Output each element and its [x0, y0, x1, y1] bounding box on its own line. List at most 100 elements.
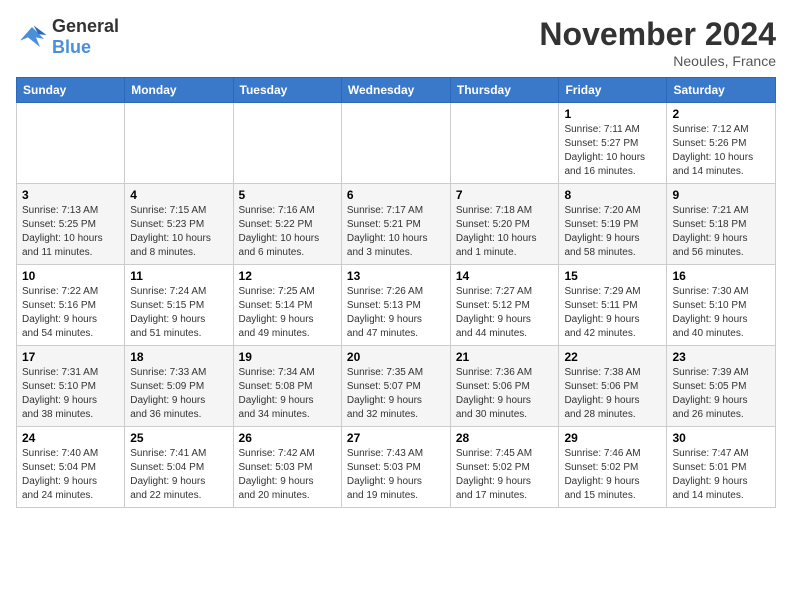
calendar-cell: 2 Sunrise: 7:12 AM Sunset: 5:26 PM Daylig… [667, 103, 776, 184]
calendar-cell [17, 103, 125, 184]
day-info: Sunrise: 7:18 AM Sunset: 5:20 PM Dayligh… [456, 204, 554, 260]
day-info: Sunrise: 7:24 AM Sunset: 5:15 PM Dayligh… [130, 285, 227, 341]
day-info: Sunrise: 7:27 AM Sunset: 5:12 PM Dayligh… [456, 285, 554, 341]
day-number: 30 [672, 431, 770, 445]
calendar-cell: 26 Sunrise: 7:42 AM Sunset: 5:03 PM Dayli… [233, 427, 341, 508]
column-header-thursday: Thursday [450, 78, 559, 103]
day-info: Sunrise: 7:15 AM Sunset: 5:23 PM Dayligh… [130, 204, 227, 260]
day-number: 27 [347, 431, 445, 445]
calendar-cell: 21 Sunrise: 7:36 AM Sunset: 5:06 PM Dayli… [450, 346, 559, 427]
day-info: Sunrise: 7:41 AM Sunset: 5:04 PM Dayligh… [130, 447, 227, 503]
day-number: 4 [130, 188, 227, 202]
calendar-cell: 17 Sunrise: 7:31 AM Sunset: 5:10 PM Dayli… [17, 346, 125, 427]
day-info: Sunrise: 7:30 AM Sunset: 5:10 PM Dayligh… [672, 285, 770, 341]
day-info: Sunrise: 7:43 AM Sunset: 5:03 PM Dayligh… [347, 447, 445, 503]
logo-icon [16, 23, 48, 51]
day-info: Sunrise: 7:16 AM Sunset: 5:22 PM Dayligh… [239, 204, 336, 260]
day-number: 10 [22, 269, 119, 283]
day-number: 8 [564, 188, 661, 202]
day-info: Sunrise: 7:46 AM Sunset: 5:02 PM Dayligh… [564, 447, 661, 503]
day-info: Sunrise: 7:38 AM Sunset: 5:06 PM Dayligh… [564, 366, 661, 422]
day-info: Sunrise: 7:33 AM Sunset: 5:09 PM Dayligh… [130, 366, 227, 422]
day-number: 26 [239, 431, 336, 445]
day-number: 13 [347, 269, 445, 283]
calendar-cell [125, 103, 233, 184]
calendar-cell: 11 Sunrise: 7:24 AM Sunset: 5:15 PM Dayli… [125, 265, 233, 346]
logo: General Blue [16, 16, 119, 58]
calendar-cell: 28Sunrise: 7:45 AM Sunset: 5:02 PM Dayli… [450, 427, 559, 508]
day-info: Sunrise: 7:13 AM Sunset: 5:25 PM Dayligh… [22, 204, 119, 260]
calendar-week-row: 3 Sunrise: 7:13 AM Sunset: 5:25 PM Daylig… [17, 184, 776, 265]
calendar-cell: 27 Sunrise: 7:43 AM Sunset: 5:03 PM Dayli… [341, 427, 450, 508]
day-number: 5 [239, 188, 336, 202]
page-header: General Blue November 2024 Neoules, Fran… [16, 16, 776, 69]
day-number: 28 [456, 431, 554, 445]
day-number: 22 [564, 350, 661, 364]
day-number: 21 [456, 350, 554, 364]
calendar-cell: 20Sunrise: 7:35 AM Sunset: 5:07 PM Dayli… [341, 346, 450, 427]
day-info: Sunrise: 7:11 AM Sunset: 5:27 PM Dayligh… [564, 123, 661, 179]
day-number: 12 [239, 269, 336, 283]
day-info: Sunrise: 7:47 AM Sunset: 5:01 PM Dayligh… [672, 447, 770, 503]
logo-text: General Blue [52, 16, 119, 58]
calendar-cell: 23 Sunrise: 7:39 AM Sunset: 5:05 PM Dayli… [667, 346, 776, 427]
calendar-week-row: 10Sunrise: 7:22 AM Sunset: 5:16 PM Dayli… [17, 265, 776, 346]
day-number: 17 [22, 350, 119, 364]
calendar-cell: 30 Sunrise: 7:47 AM Sunset: 5:01 PM Dayli… [667, 427, 776, 508]
calendar-cell: 3 Sunrise: 7:13 AM Sunset: 5:25 PM Daylig… [17, 184, 125, 265]
column-header-saturday: Saturday [667, 78, 776, 103]
day-number: 24 [22, 431, 119, 445]
column-header-sunday: Sunday [17, 78, 125, 103]
day-number: 3 [22, 188, 119, 202]
column-header-tuesday: Tuesday [233, 78, 341, 103]
calendar-cell: 16 Sunrise: 7:30 AM Sunset: 5:10 PM Dayli… [667, 265, 776, 346]
calendar-cell: 9 Sunrise: 7:21 AM Sunset: 5:18 PM Daylig… [667, 184, 776, 265]
title-block: November 2024 Neoules, France [539, 16, 776, 69]
day-number: 6 [347, 188, 445, 202]
day-number: 19 [239, 350, 336, 364]
day-info: Sunrise: 7:42 AM Sunset: 5:03 PM Dayligh… [239, 447, 336, 503]
day-info: Sunrise: 7:40 AM Sunset: 5:04 PM Dayligh… [22, 447, 119, 503]
day-info: Sunrise: 7:36 AM Sunset: 5:06 PM Dayligh… [456, 366, 554, 422]
calendar-cell: 29 Sunrise: 7:46 AM Sunset: 5:02 PM Dayli… [559, 427, 667, 508]
calendar-cell [233, 103, 341, 184]
month-title: November 2024 [539, 16, 776, 53]
calendar-cell: 13 Sunrise: 7:26 AM Sunset: 5:13 PM Dayli… [341, 265, 450, 346]
day-number: 14 [456, 269, 554, 283]
day-number: 9 [672, 188, 770, 202]
day-info: Sunrise: 7:39 AM Sunset: 5:05 PM Dayligh… [672, 366, 770, 422]
day-number: 23 [672, 350, 770, 364]
calendar-cell: 22 Sunrise: 7:38 AM Sunset: 5:06 PM Dayli… [559, 346, 667, 427]
calendar-cell: 6 Sunrise: 7:17 AM Sunset: 5:21 PM Daylig… [341, 184, 450, 265]
calendar-cell: 7Sunrise: 7:18 AM Sunset: 5:20 PM Daylig… [450, 184, 559, 265]
calendar-week-row: 24 Sunrise: 7:40 AM Sunset: 5:04 PM Dayli… [17, 427, 776, 508]
calendar-cell: 18Sunrise: 7:33 AM Sunset: 5:09 PM Dayli… [125, 346, 233, 427]
day-info: Sunrise: 7:29 AM Sunset: 5:11 PM Dayligh… [564, 285, 661, 341]
column-header-friday: Friday [559, 78, 667, 103]
calendar-cell: 25Sunrise: 7:41 AM Sunset: 5:04 PM Dayli… [125, 427, 233, 508]
day-info: Sunrise: 7:35 AM Sunset: 5:07 PM Dayligh… [347, 366, 445, 422]
calendar-cell: 12 Sunrise: 7:25 AM Sunset: 5:14 PM Dayli… [233, 265, 341, 346]
day-info: Sunrise: 7:31 AM Sunset: 5:10 PM Dayligh… [22, 366, 119, 422]
column-header-wednesday: Wednesday [341, 78, 450, 103]
calendar-week-row: 1 Sunrise: 7:11 AM Sunset: 5:27 PM Daylig… [17, 103, 776, 184]
calendar-table: SundayMondayTuesdayWednesdayThursdayFrid… [16, 77, 776, 508]
day-number: 29 [564, 431, 661, 445]
day-info: Sunrise: 7:20 AM Sunset: 5:19 PM Dayligh… [564, 204, 661, 260]
day-info: Sunrise: 7:12 AM Sunset: 5:26 PM Dayligh… [672, 123, 770, 179]
calendar-header-row: SundayMondayTuesdayWednesdayThursdayFrid… [17, 78, 776, 103]
calendar-cell: 15 Sunrise: 7:29 AM Sunset: 5:11 PM Dayli… [559, 265, 667, 346]
day-info: Sunrise: 7:21 AM Sunset: 5:18 PM Dayligh… [672, 204, 770, 260]
day-number: 16 [672, 269, 770, 283]
calendar-cell: 14 Sunrise: 7:27 AM Sunset: 5:12 PM Dayli… [450, 265, 559, 346]
day-number: 2 [672, 107, 770, 121]
day-number: 15 [564, 269, 661, 283]
day-number: 11 [130, 269, 227, 283]
calendar-cell: 8 Sunrise: 7:20 AM Sunset: 5:19 PM Daylig… [559, 184, 667, 265]
calendar-week-row: 17 Sunrise: 7:31 AM Sunset: 5:10 PM Dayli… [17, 346, 776, 427]
calendar-cell [341, 103, 450, 184]
day-info: Sunrise: 7:25 AM Sunset: 5:14 PM Dayligh… [239, 285, 336, 341]
day-info: Sunrise: 7:26 AM Sunset: 5:13 PM Dayligh… [347, 285, 445, 341]
day-info: Sunrise: 7:17 AM Sunset: 5:21 PM Dayligh… [347, 204, 445, 260]
day-number: 1 [564, 107, 661, 121]
